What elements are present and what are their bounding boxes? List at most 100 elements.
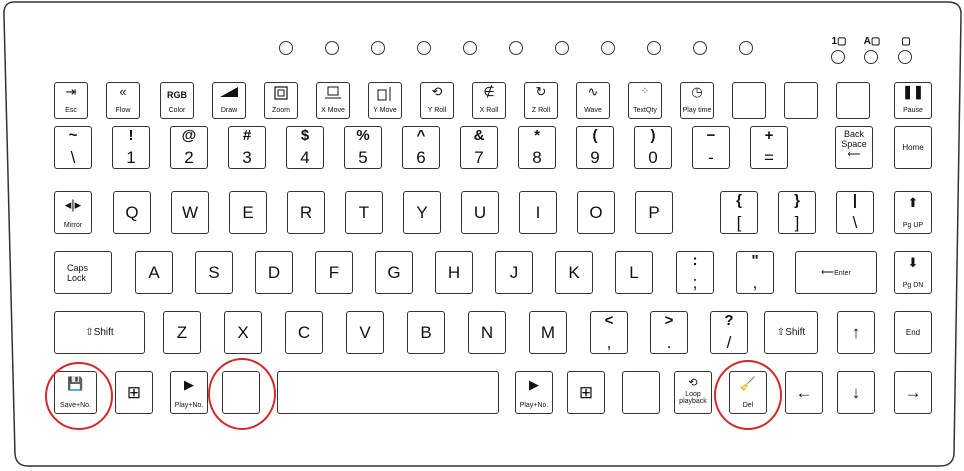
wave-key[interactable]: ∿ Wave <box>576 82 610 119</box>
letter-key[interactable]: V <box>346 311 384 354</box>
arrow-right-icon: → <box>904 382 922 402</box>
play-key-left[interactable]: ▶ Play+No. <box>170 371 208 414</box>
right-shift-key[interactable]: ⇧Shift <box>764 311 818 354</box>
letter-key[interactable]: N <box>468 311 506 354</box>
number-key[interactable]: ) 0 <box>634 126 672 169</box>
number-key[interactable]: % 5 <box>344 126 382 169</box>
indicator-led <box>325 41 339 55</box>
number-key[interactable]: $4 <box>286 126 324 169</box>
letter-key[interactable]: Z <box>163 311 201 354</box>
wave-icon: ∿ <box>587 84 599 99</box>
blank-key-3[interactable] <box>836 82 870 119</box>
letter-key[interactable]: T <box>345 191 383 234</box>
letter-key[interactable]: C <box>285 311 323 354</box>
color-key[interactable]: RGB Color <box>160 82 194 119</box>
play-time-key[interactable]: ◷ Play time <box>680 82 714 119</box>
arrow-up-icon: ↑ <box>851 322 861 342</box>
letter-key[interactable]: P <box>635 191 673 234</box>
z-roll-icon: ↻ <box>535 84 547 99</box>
y-roll-key[interactable]: ⟲ Y Roll <box>420 82 454 119</box>
letter-key[interactable]: M <box>529 311 567 354</box>
number-key[interactable]: ! 1 <box>112 126 150 169</box>
mirror-key[interactable]: ◂|▸ Mirror <box>54 191 92 234</box>
arrow-up-icon: ⬆ <box>907 195 919 210</box>
letter-key[interactable]: X <box>224 311 262 354</box>
letter-key[interactable]: S <box>195 251 233 294</box>
esc-key[interactable]: ⇥ Esc <box>54 82 88 119</box>
letter-key[interactable]: G <box>375 251 413 294</box>
letter-key[interactable]: W <box>171 191 209 234</box>
number-key[interactable]: & 7 <box>460 126 498 169</box>
left-shift-key[interactable]: ⇧Shift <box>54 311 145 354</box>
letter-key[interactable]: Y <box>403 191 441 234</box>
letter-key[interactable]: A <box>135 251 173 294</box>
scroll-lock-indicator: ▢ <box>901 36 911 47</box>
symbol-key[interactable]: ? / <box>710 311 748 354</box>
symbol-key[interactable]: ", <box>736 251 774 294</box>
blank-key-bottom-right[interactable] <box>622 371 660 414</box>
backspace-key[interactable]: Back Space ⟵ <box>835 126 873 169</box>
blank-key-1[interactable] <box>732 82 766 119</box>
letter-key[interactable]: J <box>495 251 533 294</box>
zoom-key[interactable]: Zoom <box>264 82 298 119</box>
text-qty-key[interactable]: ⁘ TextQty <box>628 82 662 119</box>
space-bar[interactable] <box>277 371 499 414</box>
letter-key[interactable]: D <box>255 251 293 294</box>
letter-key[interactable]: E <box>229 191 267 234</box>
draw-key[interactable]: Draw <box>212 82 246 119</box>
y-move-key[interactable]: Y Move <box>368 82 402 119</box>
exit-icon: ⇥ <box>65 84 77 99</box>
caps-lock-key[interactable]: Caps Lock <box>54 251 112 294</box>
number-key[interactable]: ~ \ <box>54 126 92 169</box>
letter-key[interactable]: F <box>315 251 353 294</box>
loop-playback-key[interactable]: ⟲ Loop playback <box>674 371 712 414</box>
letter-key[interactable]: B <box>407 311 445 354</box>
play-icon: ▶ <box>529 377 539 392</box>
number-key[interactable]: @2 <box>170 126 208 169</box>
indicator-led <box>739 41 753 55</box>
letter-key[interactable]: Q <box>113 191 151 234</box>
letter-key[interactable]: K <box>555 251 593 294</box>
letter-key[interactable]: L <box>615 251 653 294</box>
letter-key[interactable]: U <box>461 191 499 234</box>
vertical-move-icon <box>377 87 391 101</box>
symbol-key[interactable]: }] <box>778 191 816 234</box>
flow-key[interactable]: « Flow <box>106 82 140 119</box>
number-key[interactable]: ^ 6 <box>402 126 440 169</box>
enter-key[interactable]: ⟵Enter <box>795 251 877 294</box>
play-key-right[interactable]: ▶ Play+No. <box>515 371 553 414</box>
number-key[interactable]: + = <box>750 126 788 169</box>
blank-key-2[interactable] <box>784 82 818 119</box>
symbol-key[interactable]: <, <box>590 311 628 354</box>
x-roll-key[interactable]: ∉ X Roll <box>472 82 506 119</box>
home-key[interactable]: Home <box>894 126 932 169</box>
windows-key-right[interactable]: ⊞ <box>567 371 605 414</box>
page-down-key[interactable]: ⬇ Pg DN <box>894 251 932 294</box>
number-key[interactable]: * 8 <box>518 126 556 169</box>
pause-key[interactable]: ❚❚ Pause <box>894 82 932 119</box>
symbol-key[interactable]: {[ <box>720 191 758 234</box>
indicator-led <box>279 41 293 55</box>
letter-key[interactable]: R <box>287 191 325 234</box>
letter-key[interactable]: I <box>519 191 557 234</box>
letter-key[interactable]: H <box>435 251 473 294</box>
indicator-led <box>463 41 477 55</box>
arrow-left-key[interactable]: ← <box>785 371 823 414</box>
clock-icon: ◷ <box>691 84 703 99</box>
number-key[interactable]: #3 <box>228 126 266 169</box>
highlight-ring-del <box>714 360 782 430</box>
symbol-key[interactable]: :; <box>676 251 714 294</box>
number-key[interactable]: (9 <box>576 126 614 169</box>
symbol-key[interactable]: >. <box>650 311 688 354</box>
arrow-up-key[interactable]: ↑ <box>837 311 875 354</box>
arrow-right-key[interactable]: → <box>894 371 932 414</box>
symbol-key[interactable]: | \ <box>836 191 874 234</box>
x-move-key[interactable]: X Move <box>316 82 350 119</box>
windows-key-left[interactable]: ⊞ <box>115 371 153 414</box>
z-roll-key[interactable]: ↻ Z Roll <box>524 82 558 119</box>
page-up-key[interactable]: ⬆ Pg UP <box>894 191 932 234</box>
end-key[interactable]: End <box>894 311 932 354</box>
number-key[interactable]: − - <box>692 126 730 169</box>
letter-key[interactable]: O <box>577 191 615 234</box>
arrow-down-key[interactable]: ↓ <box>837 371 875 414</box>
